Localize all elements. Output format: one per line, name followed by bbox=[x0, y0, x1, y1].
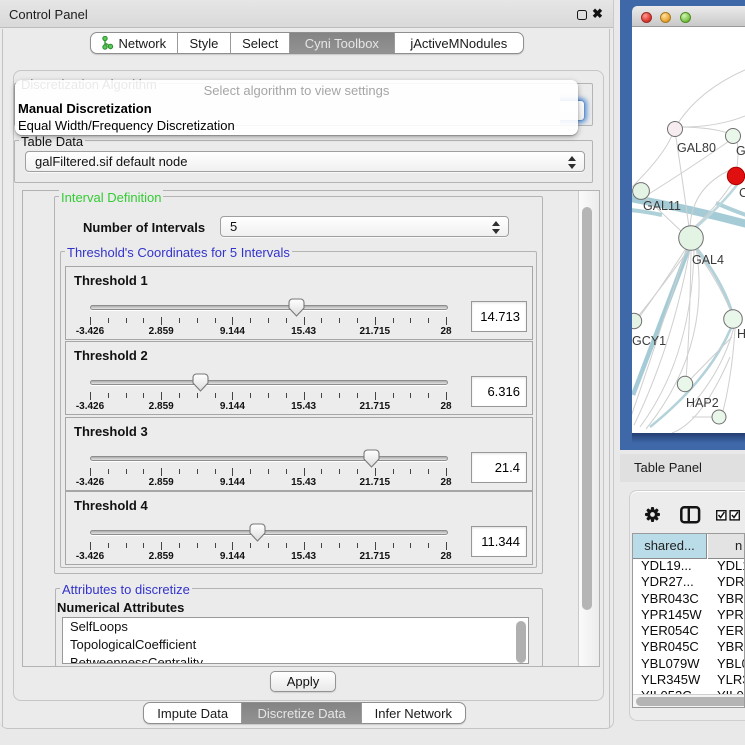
svg-text:GA: GA bbox=[736, 144, 745, 158]
svg-text:GAL4: GAL4 bbox=[692, 253, 724, 267]
svg-text:GCY1: GCY1 bbox=[632, 334, 666, 348]
svg-text:C: C bbox=[739, 186, 745, 200]
svg-text:GAL11: GAL11 bbox=[643, 199, 681, 213]
svg-text:GAL80: GAL80 bbox=[677, 141, 716, 155]
svg-text:HAP2: HAP2 bbox=[686, 396, 719, 410]
svg-text:H: H bbox=[737, 327, 745, 341]
